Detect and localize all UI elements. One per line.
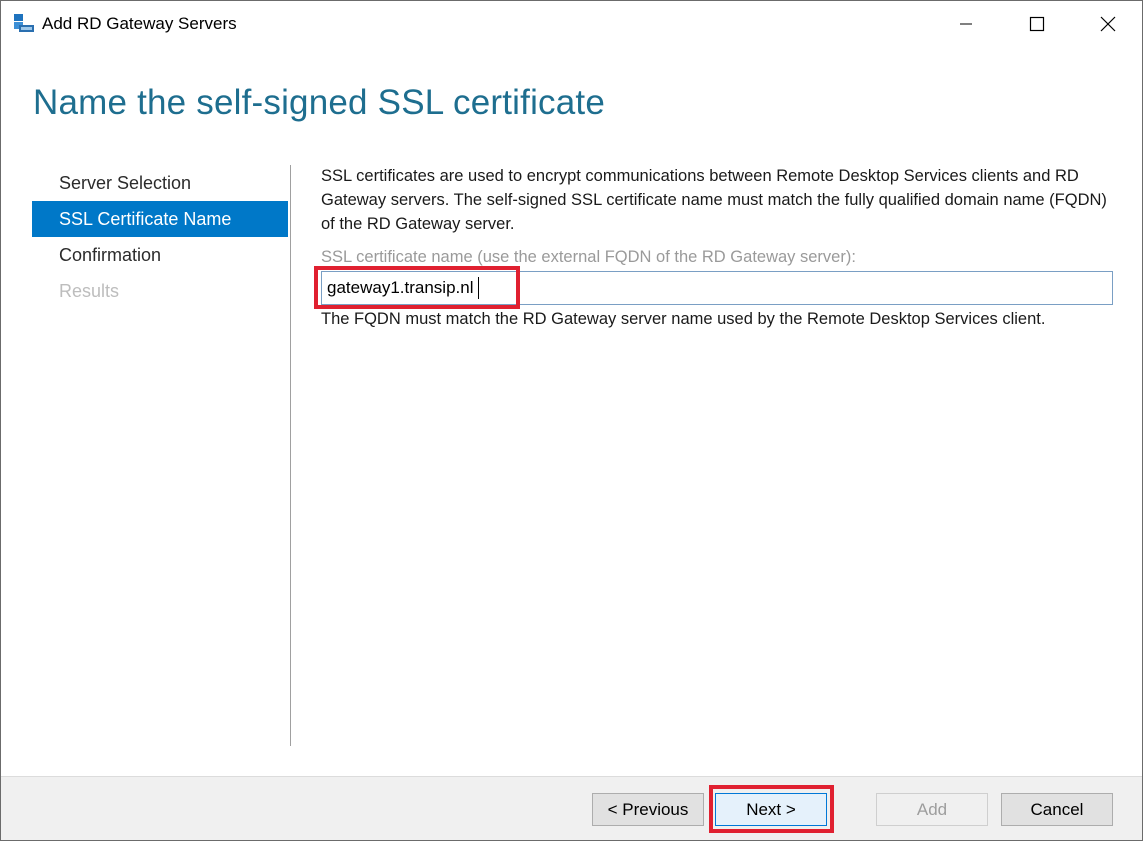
server-manager-icon <box>14 14 34 32</box>
page-title: Name the self-signed SSL certificate <box>33 83 606 122</box>
previous-button[interactable]: < Previous <box>592 793 704 826</box>
fqdn-hint-text: The FQDN must match the RD Gateway serve… <box>321 310 1046 328</box>
close-icon <box>1100 16 1116 32</box>
maximize-button[interactable] <box>1002 1 1072 47</box>
nav-item-ssl-certificate-name[interactable]: SSL Certificate Name <box>32 201 288 237</box>
nav-item-server-selection[interactable]: Server Selection <box>32 165 288 201</box>
highlight-box-next <box>709 785 834 833</box>
minimize-button[interactable] <box>931 1 1001 47</box>
window-title: Add RD Gateway Servers <box>42 14 237 33</box>
highlight-box-input <box>314 266 520 309</box>
cancel-button[interactable]: Cancel <box>1001 793 1113 826</box>
close-button[interactable] <box>1073 1 1143 47</box>
add-button: Add <box>876 793 988 826</box>
nav-item-results: Results <box>59 281 120 301</box>
maximize-icon <box>1029 16 1045 32</box>
wizard-window: Add RD Gateway Servers Name the self-sig… <box>0 0 1143 841</box>
nav-item-confirmation[interactable]: Confirmation <box>32 237 288 273</box>
certificate-name-label: SSL certificate name (use the external F… <box>321 248 856 266</box>
nav-divider <box>290 165 291 746</box>
wizard-nav: Server Selection SSL Certificate Name Co… <box>32 165 288 309</box>
description-text: SSL certificates are used to encrypt com… <box>321 167 1107 233</box>
minimize-icon <box>960 23 972 25</box>
title-bar[interactable]: Add RD Gateway Servers <box>1 1 1142 47</box>
